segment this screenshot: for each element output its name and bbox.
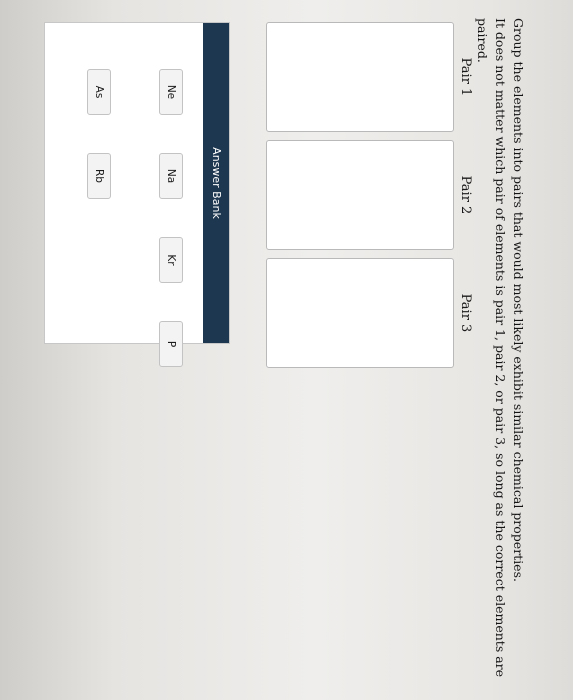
pair-3-label: Pair 3 — [458, 293, 473, 333]
question-panel: Group the elements into pairs that would… — [0, 0, 573, 700]
answer-chip-na[interactable]: Na — [159, 153, 183, 199]
question-note: It does not matter which pair of element… — [475, 18, 508, 678]
answer-chip-ne[interactable]: Ne — [159, 69, 183, 115]
pair-2-label: Pair 2 — [458, 175, 473, 215]
pair-2-dropzone[interactable] — [266, 140, 454, 250]
answer-chip-p[interactable]: P — [159, 321, 183, 367]
pair-1-label: Pair 1 — [458, 57, 473, 97]
answer-chip-kr[interactable]: Kr — [159, 237, 183, 283]
answer-chip-as[interactable]: As — [87, 69, 111, 115]
answer-chip-rb[interactable]: Rb — [87, 153, 111, 199]
pair-1-dropzone[interactable] — [266, 22, 454, 132]
question-instructions: Group the elements into pairs that would… — [473, 18, 527, 678]
question-text: Group the elements into pairs that would… — [511, 18, 526, 582]
pair-3-dropzone[interactable] — [266, 258, 454, 368]
answer-bank-header: Answer Bank — [203, 23, 229, 343]
answer-bank: Answer Bank Ne Na Kr P As Rb — [44, 22, 230, 367]
